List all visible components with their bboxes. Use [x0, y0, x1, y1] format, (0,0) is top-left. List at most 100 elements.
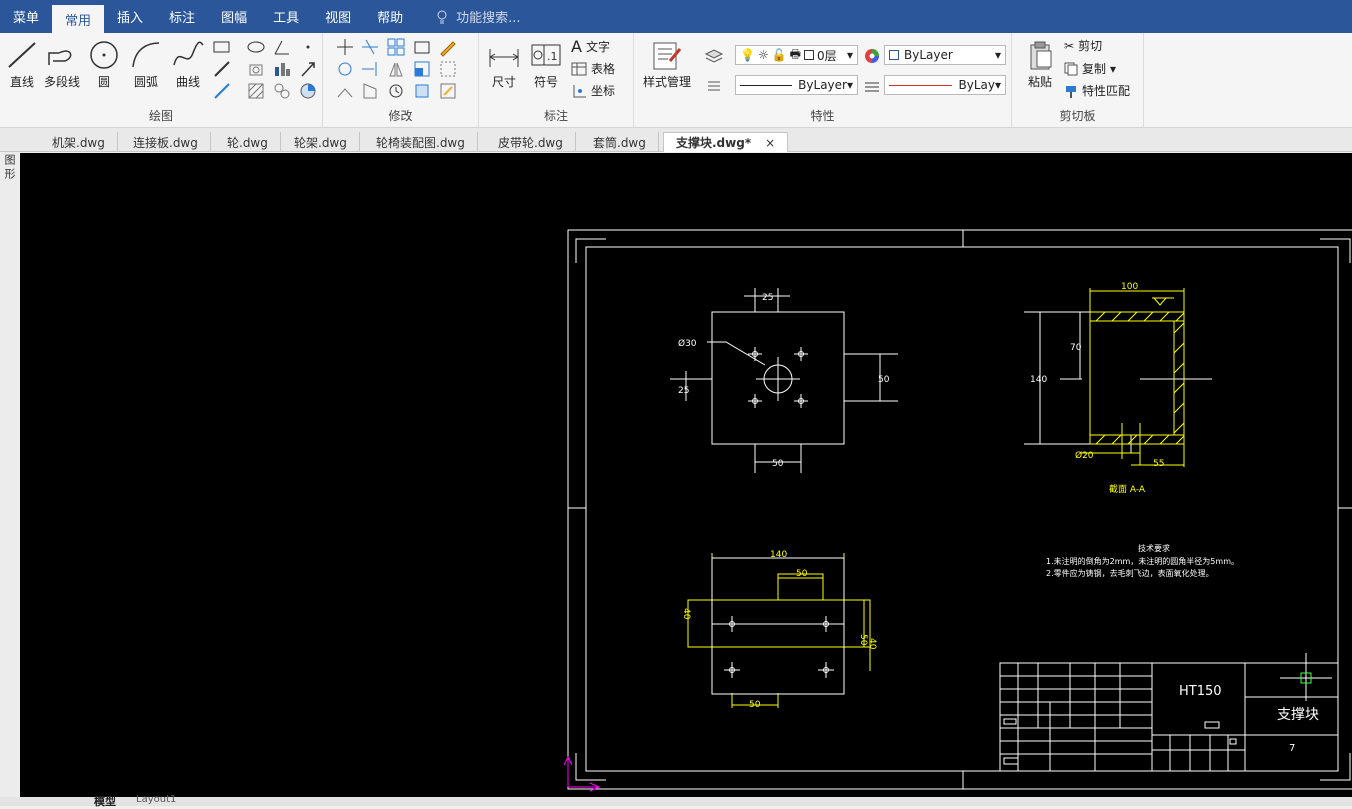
match-properties-button[interactable]: 特性匹配: [1064, 82, 1130, 99]
block-icon[interactable]: [272, 81, 292, 101]
outer-frame: [567, 229, 1352, 790]
tab-lunyi[interactable]: 轮椅装配图.dwg: [364, 132, 478, 152]
array-icon[interactable]: [386, 37, 406, 57]
search-placeholder: 功能搜索...: [456, 11, 521, 26]
dim-text: 140: [1030, 375, 1047, 385]
clock-icon[interactable]: [386, 81, 406, 101]
left-tool-label-2[interactable]: 形: [3, 168, 16, 179]
layer-manager-icon[interactable]: [704, 46, 724, 66]
text-button[interactable]: A 文字: [571, 37, 610, 56]
hatch-icon[interactable]: [246, 81, 266, 101]
rectangle-icon[interactable]: [212, 37, 232, 57]
copy-button[interactable]: 复制 ▾: [1064, 60, 1116, 77]
menu-tools[interactable]: 工具: [260, 0, 312, 33]
close-icon[interactable]: ×: [765, 136, 775, 150]
feature-search[interactable]: 功能搜索...: [436, 0, 521, 33]
extend-icon[interactable]: [360, 59, 380, 79]
lock-icon: 🔓: [771, 48, 787, 62]
left-tool-label-1[interactable]: 图: [3, 154, 16, 165]
polyline-button[interactable]: 多段线: [40, 39, 84, 90]
tab-taotong[interactable]: 套筒.dwg: [581, 132, 659, 152]
menu-annotate[interactable]: 标注: [156, 0, 208, 33]
explode-icon[interactable]: [412, 81, 432, 101]
chevron-down-icon: ▾: [846, 78, 853, 92]
tab-pidailun[interactable]: 皮带轮.dwg: [486, 132, 576, 152]
list-icon[interactable]: [704, 76, 724, 96]
dim-text: 25: [762, 293, 773, 303]
construction-line-icon[interactable]: [212, 81, 232, 101]
paste-button[interactable]: 粘贴: [1018, 39, 1062, 90]
bulb-icon: 💡: [740, 48, 755, 62]
rotate-icon[interactable]: [335, 59, 355, 79]
dim-text: 70: [1070, 343, 1082, 353]
lineweight-icon[interactable]: [862, 76, 882, 96]
tab-jijia[interactable]: 机架.dwg: [40, 132, 118, 152]
line-button[interactable]: 直线: [0, 39, 44, 90]
stretch-icon[interactable]: [438, 59, 458, 79]
shape-icon[interactable]: [246, 59, 266, 79]
move-icon[interactable]: [335, 37, 355, 57]
angle-icon[interactable]: [272, 37, 292, 57]
annotate-group: 尺寸 .1 符号 A 文字 表格 坐标 标注: [479, 33, 634, 128]
dimension-button[interactable]: 尺寸: [482, 39, 526, 90]
tab-layout1[interactable]: Layout1: [136, 794, 176, 805]
tab-zhichengkuai[interactable]: 支撑块.dwg* ×: [663, 132, 789, 152]
copy-icon: [1064, 62, 1078, 75]
drawing-svg: 25 Ø30 25 50 50 70 140 100 Ø20 55 截面 A-A…: [563, 229, 1352, 792]
pie-icon[interactable]: [298, 81, 318, 101]
symbol-button[interactable]: .1 符号: [524, 39, 568, 90]
dim-text: 25: [678, 386, 689, 396]
pencil-icon[interactable]: [438, 37, 458, 57]
curve-button[interactable]: 曲线: [166, 39, 210, 90]
chevron-down-icon: ▾: [1110, 61, 1117, 76]
menu-view[interactable]: 视图: [312, 0, 364, 33]
draw-group-title: 绘图: [148, 109, 173, 123]
linetype-select[interactable]: ByLayer ▾: [735, 75, 858, 95]
dim-text: 100: [1121, 282, 1138, 292]
menu-help[interactable]: 帮助: [364, 0, 416, 33]
drawing-canvas[interactable]: 25 Ø30 25 50 50 70 140 100 Ø20 55 截面 A-A…: [20, 153, 1352, 797]
menu-frame[interactable]: 图幅: [208, 0, 260, 33]
corner-mark: [575, 238, 606, 263]
cut-button[interactable]: ✂ 剪切: [1064, 37, 1102, 54]
arc-button[interactable]: 圆弧: [124, 39, 168, 90]
style-manager-button[interactable]: 样式管理: [640, 39, 694, 90]
mirror-icon[interactable]: [386, 59, 406, 79]
ellipse-icon[interactable]: [246, 37, 266, 57]
point-icon[interactable]: [298, 37, 318, 57]
color-select[interactable]: ByLayer ▾: [884, 45, 1006, 65]
symbol-icon: .1: [531, 44, 561, 66]
centerline-icon[interactable]: [212, 59, 232, 79]
coord-button[interactable]: 坐标: [571, 82, 615, 99]
menu-insert[interactable]: 插入: [104, 0, 156, 33]
inner-frame: [585, 246, 1339, 772]
tab-lianjieban[interactable]: 连接板.dwg: [121, 132, 211, 152]
layer-select[interactable]: 💡 ☼ 🔓 🖶 0层 ▾: [735, 45, 858, 65]
circle-button[interactable]: 圆: [82, 39, 126, 90]
table-button[interactable]: 表格: [571, 60, 615, 77]
linetype-preview: [740, 84, 793, 86]
corner-mark: [1320, 238, 1351, 263]
scale-icon[interactable]: [412, 59, 432, 79]
edit-icon[interactable]: [438, 81, 458, 101]
tab-lun[interactable]: 轮.dwg: [215, 132, 281, 152]
chart-icon[interactable]: [272, 59, 292, 79]
lineweight-select[interactable]: ByLay ▾: [884, 75, 1006, 95]
left-toolbar: ⇄ 图 形: [0, 128, 20, 806]
fillet-icon[interactable]: [360, 81, 380, 101]
color-wheel-icon[interactable]: [862, 46, 882, 66]
copy-object-icon[interactable]: [412, 37, 432, 57]
lightbulb-icon: [437, 10, 447, 23]
dim-text: 40: [681, 608, 691, 620]
chevron-down-icon: ▾: [994, 48, 1001, 62]
tab-lunjia[interactable]: 轮架.dwg: [282, 132, 360, 152]
tab-model[interactable]: 模型: [94, 793, 116, 809]
trim-icon[interactable]: [360, 37, 380, 57]
menu-bar: 菜单 常用 插入 标注 图幅 工具 视图 帮助 功能搜索...: [0, 0, 1352, 33]
menu-common[interactable]: 常用: [52, 5, 105, 33]
offset-icon[interactable]: [335, 81, 355, 101]
layout-tab-bar: 模型 Layout1: [0, 794, 1352, 808]
arrow-icon[interactable]: [298, 59, 318, 79]
menu-main[interactable]: 菜单: [0, 0, 52, 33]
dim-text: 55: [1153, 459, 1164, 469]
